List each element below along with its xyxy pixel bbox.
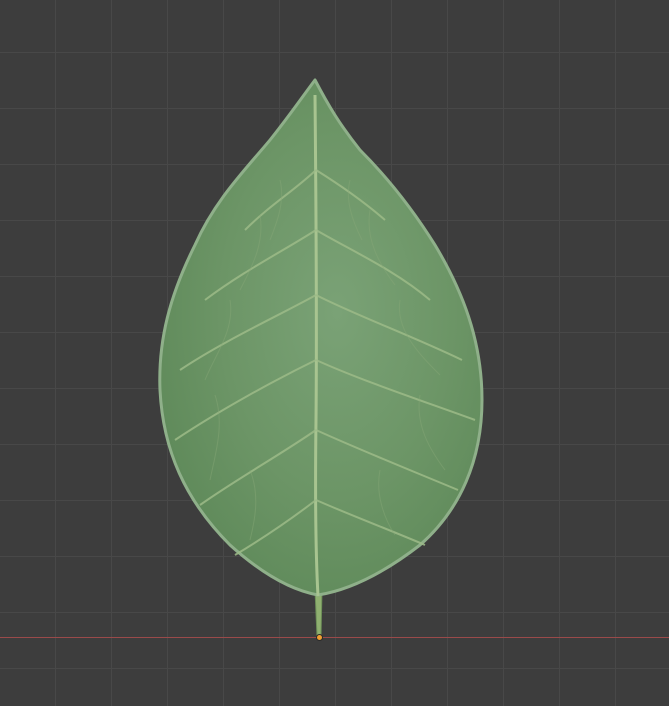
- leaf-petiole: [314, 589, 323, 637]
- leaf-blade: [158, 78, 484, 597]
- leaf-object[interactable]: [0, 0, 669, 706]
- 3d-viewport[interactable]: [0, 0, 669, 706]
- object-origin-point[interactable]: [317, 635, 322, 640]
